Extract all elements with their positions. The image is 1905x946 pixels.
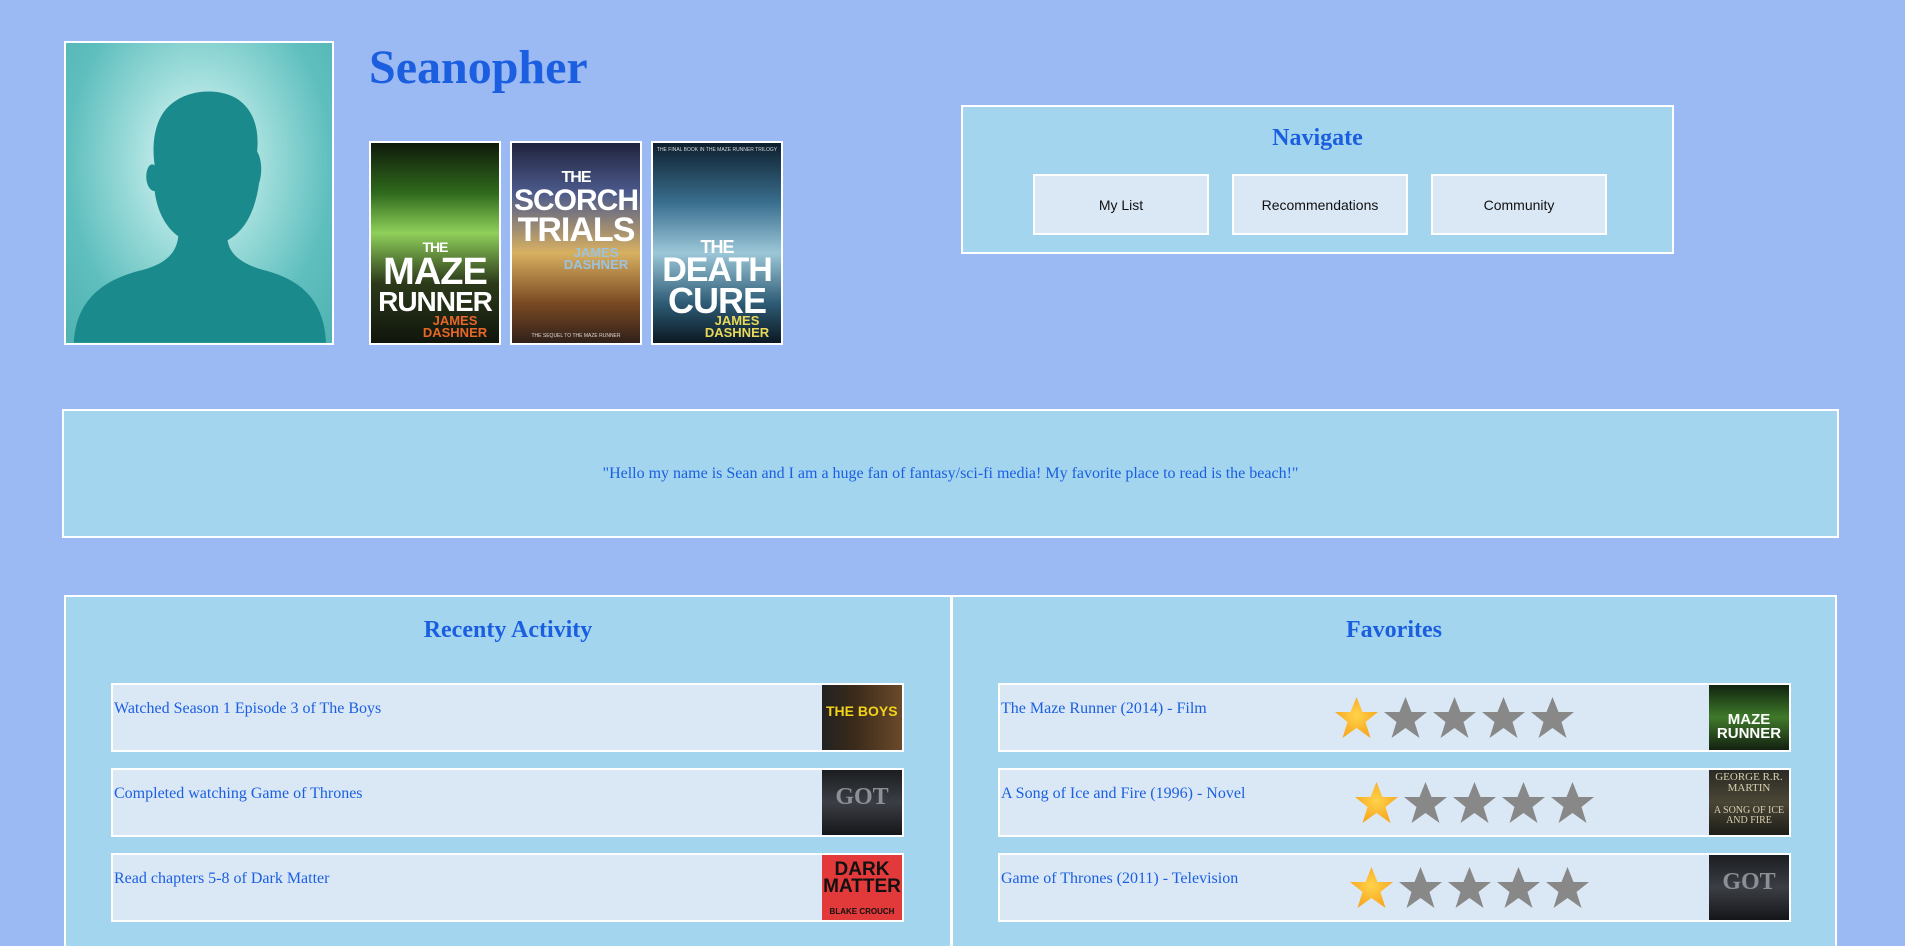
my-list-button[interactable]: My List <box>1033 174 1209 235</box>
person-silhouette-icon <box>73 91 327 343</box>
favorite-item[interactable]: A Song of Ice and Fire (1996) - Novel GE… <box>998 768 1791 837</box>
favorite-text: A Song of Ice and Fire (1996) - Novel <box>1001 785 1246 802</box>
cover-author: JAMES DASHNER <box>563 245 629 273</box>
profile-avatar <box>64 41 334 345</box>
star-empty-icon[interactable] <box>1396 865 1445 911</box>
activity-item[interactable]: Completed watching Game of Thrones GOT <box>111 768 904 837</box>
favorite-thumbnail: MAZE RUNNER <box>1709 685 1789 750</box>
star-rating[interactable] <box>1332 695 1577 741</box>
cover-title-sub: RUNNER <box>378 286 493 317</box>
cover-author: JAMES DASHNER <box>422 313 488 341</box>
favorite-thumbnail: GOT <box>1709 855 1789 920</box>
cover-author: JAMES DASHNER <box>704 313 770 341</box>
bio-text: "Hello my name is Sean and I am a huge f… <box>602 464 1299 482</box>
favorites-panel: Favorites The Maze Runner (2014) - Film … <box>951 595 1837 946</box>
star-rating[interactable] <box>1352 780 1597 826</box>
star-filled-icon[interactable] <box>1332 695 1381 741</box>
star-empty-icon[interactable] <box>1499 780 1548 826</box>
star-filled-icon[interactable] <box>1347 865 1396 911</box>
star-empty-icon[interactable] <box>1401 780 1450 826</box>
favorite-text: Game of Thrones (2011) - Television <box>1001 870 1239 887</box>
activity-thumbnail: DARK MATTER BLAKE CROUCH <box>822 855 902 920</box>
username-heading: Seanopher <box>369 41 588 94</box>
activity-text: Read chapters 5-8 of Dark Matter <box>114 870 330 887</box>
star-empty-icon[interactable] <box>1430 695 1479 741</box>
star-empty-icon[interactable] <box>1479 695 1528 741</box>
star-empty-icon[interactable] <box>1494 865 1543 911</box>
favorite-item[interactable]: The Maze Runner (2014) - Film MAZE RUNNE… <box>998 683 1791 752</box>
book-cover[interactable]: THE MAZE RUNNER JAMES DASHNER <box>369 141 501 345</box>
star-empty-icon[interactable] <box>1548 780 1597 826</box>
activity-item[interactable]: Watched Season 1 Episode 3 of The Boys T… <box>111 683 904 752</box>
favorite-thumbnail: GEORGE R.R. MARTIN A SONG OF ICE AND FIR… <box>1709 770 1789 835</box>
book-cover[interactable]: THE FINAL BOOK IN THE MAZE RUNNER TRILOG… <box>651 141 783 345</box>
recent-activity-title: Recenty Activity <box>423 617 593 643</box>
activity-text: Completed watching Game of Thrones <box>114 785 363 802</box>
navigate-panel: Navigate My List Recommendations Communi… <box>961 105 1674 254</box>
cover-title-sub: TRIALS <box>517 211 636 249</box>
book-cover[interactable]: THE SCORCH TRIALS JAMES DASHNER THE SEQU… <box>510 141 642 345</box>
community-button[interactable]: Community <box>1431 174 1607 235</box>
cover-title-main: MAZE <box>383 251 488 293</box>
bio-panel: "Hello my name is Sean and I am a huge f… <box>62 409 1839 538</box>
cover-title-main: SCORCH <box>513 184 639 217</box>
activity-thumbnail: THE BOYS <box>822 685 902 750</box>
favorite-text: The Maze Runner (2014) - Film <box>1001 700 1207 717</box>
favorites-title: Favorites <box>1346 617 1442 643</box>
cover-tagline: THE FINAL BOOK IN THE MAZE RUNNER TRILOG… <box>656 147 778 153</box>
star-empty-icon[interactable] <box>1543 865 1592 911</box>
star-rating[interactable] <box>1347 865 1592 911</box>
cover-tagline: THE SEQUEL TO THE MAZE RUNNER <box>531 333 621 339</box>
star-empty-icon[interactable] <box>1528 695 1577 741</box>
activity-thumbnail: GOT <box>822 770 902 835</box>
activity-text: Watched Season 1 Episode 3 of The Boys <box>114 700 382 717</box>
activity-item[interactable]: Read chapters 5-8 of Dark Matter DARK MA… <box>111 853 904 922</box>
navigate-title: Navigate <box>1272 125 1363 151</box>
recent-activity-panel: Recenty Activity Watched Season 1 Episod… <box>64 595 952 946</box>
star-empty-icon[interactable] <box>1381 695 1430 741</box>
star-empty-icon[interactable] <box>1445 865 1494 911</box>
star-filled-icon[interactable] <box>1352 780 1401 826</box>
favorite-item[interactable]: Game of Thrones (2011) - Television GOT <box>998 853 1791 922</box>
star-empty-icon[interactable] <box>1450 780 1499 826</box>
recommendations-button[interactable]: Recommendations <box>1232 174 1408 235</box>
